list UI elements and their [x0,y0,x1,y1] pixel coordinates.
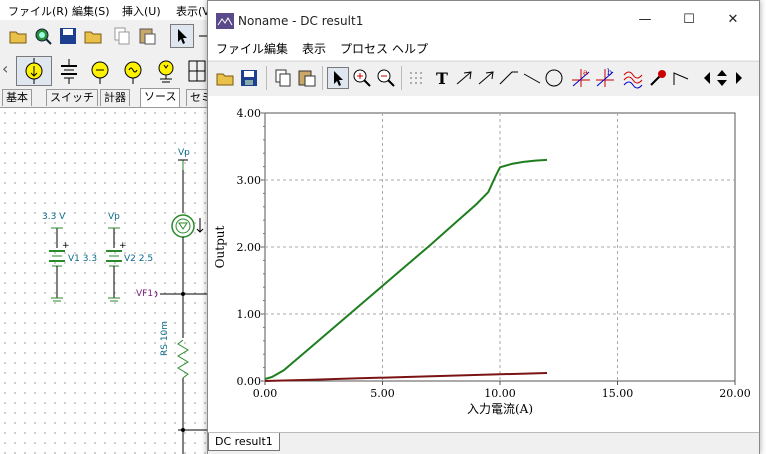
bg-pointer-icon[interactable] [170,24,194,48]
grid-icon[interactable] [406,67,428,89]
save-icon[interactable] [238,67,260,89]
zoom-in-icon[interactable] [351,67,373,89]
bg-scroll-left-icon[interactable]: ‹ [2,56,14,82]
wave-icon[interactable] [622,67,644,89]
toolbar-divider [322,66,323,90]
bg-save-icon[interactable] [56,24,80,48]
cursor-a-icon[interactable] [454,67,476,89]
x-tick-label: 15.00 [602,387,634,400]
schematic-canvas[interactable]: Vp 3.3 V Vp + + V1 3.3 V2 2.5 VF1 RS 10m [0,108,210,454]
scroll-right-icon[interactable] [732,67,746,89]
marker-a-label: a [583,68,588,77]
bg-open-icon[interactable] [6,24,30,48]
minimize-button[interactable]: — [636,11,654,29]
voltage-source-icon[interactable] [85,56,115,86]
label-vf1: VF1 [136,289,154,299]
close-button[interactable]: ✕ [724,11,742,29]
title-bar[interactable]: Noname - DC result1 — ☐ ✕ [208,1,759,41]
app-logo-icon [216,13,234,32]
menu-process[interactable]: プロセス [340,40,388,57]
bg-search-icon[interactable] [31,24,55,48]
x-tick-label: 5.00 [370,387,395,400]
battery-icon[interactable] [54,56,84,86]
ground-source-icon[interactable] [151,56,181,86]
bg-copy-icon[interactable] [110,24,134,48]
tab-meter[interactable]: 計器 [100,89,130,106]
y-tick-label: 4.00 [237,107,262,120]
copy-icon[interactable] [272,67,294,89]
marker-a-icon[interactable]: a [570,67,592,89]
ac-source-icon[interactable] [118,56,148,86]
menu-file[interactable]: ファイル [216,40,264,57]
bg-component-tabs: 基本 スイッチ 計器 ソース セミ [0,88,216,108]
result-tabs-bar: DC result1 [208,432,759,454]
menu-help[interactable]: ヘルプ [392,40,428,57]
zoom-out-icon[interactable] [375,67,397,89]
toolbar-divider [401,66,402,90]
x-tick-label: 10.00 [484,387,516,400]
bg-paste-icon[interactable] [135,24,159,48]
y-tick-label: 2.00 [237,241,262,254]
label-resistor: RS 10m [160,320,170,356]
bg-menu-edit[interactable]: 編集(S) [72,3,110,19]
bg-toolbar [0,20,213,51]
probe-icon[interactable] [647,67,669,89]
tab-switch[interactable]: スイッチ [46,89,98,106]
pulse-icon[interactable] [671,67,693,89]
marker-b-icon[interactable]: b [594,67,616,89]
tab-dc-result1[interactable]: DC result1 [208,433,280,451]
x-axis-label: 入力電流(A) [467,402,533,416]
v1-plus: + [62,241,70,251]
window-menubar: ファイル 編集 表示 プロセス ヘルプ [208,36,759,60]
label-vp-top: Vp [178,148,190,158]
text-icon[interactable]: T [432,67,454,89]
y-tick-label: 1.00 [237,308,262,321]
current-source-icon[interactable] [16,56,52,86]
y-axis-label: Output [213,226,227,269]
bg-folder-icon[interactable] [81,24,105,48]
slope-icon[interactable] [498,67,520,89]
label-v2-value: Vp [108,212,120,222]
label-v1-name: V1 3.3 [68,254,98,264]
tab-source[interactable]: ソース [140,88,181,107]
marker-b-label: b [607,68,612,77]
cursor-b-icon[interactable] [476,67,498,89]
scroll-left-icon[interactable] [700,67,714,89]
line-icon[interactable] [521,67,543,89]
y-tick-label: 3.00 [237,174,262,187]
toolbar-divider [266,66,267,90]
menu-edit[interactable]: 編集 [264,40,288,57]
svg-text:T: T [436,69,448,88]
dc-result-chart: 0.00 5.00 10.00 15.00 20.00 0.00 1.00 2.00 3.00 4… [213,107,751,416]
dc-result-window: Noname - DC result1 — ☐ ✕ ファイル 編集 表示 プロセ… [207,0,760,454]
x-tick-label: 20.00 [719,387,751,400]
tab-basic[interactable]: 基本 [2,89,32,106]
window-toolbar: T a b [208,61,759,97]
bg-menu-insert[interactable]: 挿入(U) [122,3,161,19]
v2-plus: + [119,241,127,251]
schematic-drawing [49,159,210,454]
y-tick-label: 0.00 [237,375,262,388]
scroll-updown-icon[interactable] [714,67,730,89]
window-title: Noname - DC result1 [238,14,364,28]
label-v2-name: V2 2.5 [124,254,154,264]
pointer-icon[interactable] [327,67,349,89]
bg-menu-file[interactable]: ファイル(R) [8,3,68,19]
open-icon[interactable] [214,67,236,89]
menu-view[interactable]: 表示 [302,40,326,57]
x-tick-label: 0.00 [253,387,278,400]
bg-component-toolbar: ‹ [0,50,210,88]
maximize-button[interactable]: ☐ [680,11,698,29]
circle-icon[interactable] [543,67,565,89]
plot-area[interactable]: 0.00 5.00 10.00 15.00 20.00 0.00 1.00 2.00 3.00 4… [208,96,759,432]
paste-icon[interactable] [296,67,318,89]
label-v1-value: 3.3 V [42,212,66,222]
